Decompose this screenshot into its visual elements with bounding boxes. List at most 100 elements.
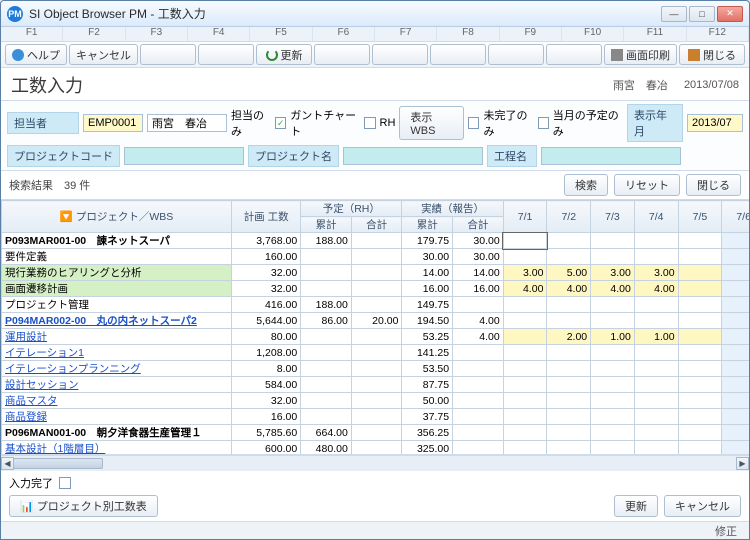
close-button[interactable]: ✕: [717, 6, 743, 22]
table-row[interactable]: 運用設計80.0053.254.002.001.001.00: [2, 329, 750, 345]
table-row[interactable]: 基本設計（1階層目）600.00480.00325.00: [2, 441, 750, 455]
month-input[interactable]: [687, 114, 743, 132]
project-code-input[interactable]: [124, 147, 244, 165]
status-text: 修正: [715, 523, 737, 539]
workload-grid: 🔽 プロジェクト／WBS 計画 工数 予定（RH） 実績（報告） 7/1 7/2…: [1, 200, 749, 454]
f8-button[interactable]: [430, 44, 486, 65]
employee-label: 担当者: [7, 112, 79, 134]
filter-panel: 担当者 担当のみ ✓ ガントチャート RH 表示WBS 未完了のみ 当月の予定の…: [1, 101, 749, 171]
employee-name-input[interactable]: [147, 114, 227, 132]
process-input[interactable]: [541, 147, 681, 165]
f4-button[interactable]: [198, 44, 254, 65]
month-only-checkbox[interactable]: [538, 117, 549, 129]
help-icon: [12, 49, 24, 61]
wbs-link[interactable]: 運用設計: [5, 331, 47, 343]
project-name-label: プロジェクト名: [248, 145, 339, 167]
process-label: 工程名: [487, 145, 537, 167]
table-row[interactable]: 設計セッション584.0087.75: [2, 377, 750, 393]
own-only-checkbox[interactable]: ✓: [275, 117, 286, 129]
f10-button[interactable]: [546, 44, 602, 65]
printer-icon: [611, 49, 623, 61]
f9-button[interactable]: [488, 44, 544, 65]
table-row[interactable]: P094MAR002-00 丸の内ネットスーパ25,644.0086.0020.…: [2, 313, 750, 329]
col-est-tot[interactable]: 合計: [351, 217, 402, 233]
table-row[interactable]: イテレーションプランニング8.0053.50: [2, 361, 750, 377]
table-row[interactable]: イテレーション11,208.00141.25: [2, 345, 750, 361]
f7-button[interactable]: [372, 44, 428, 65]
project-code-label: プロジェクトコード: [7, 145, 120, 167]
table-row[interactable]: 商品登録16.0037.75: [2, 409, 750, 425]
wbs-link[interactable]: 商品マスタ: [5, 395, 58, 407]
done-label: 入力完了: [9, 475, 53, 491]
wbs-link[interactable]: 設計セッション: [5, 379, 79, 391]
wbs-link[interactable]: イテレーション1: [5, 347, 84, 359]
update-button[interactable]: 更新: [614, 495, 658, 517]
current-user: 雨宮 春冶: [613, 77, 668, 93]
app-icon: PM: [7, 6, 23, 22]
update-toolbar-button[interactable]: 更新: [256, 44, 312, 65]
horizontal-scrollbar[interactable]: ◀ ▶: [1, 455, 749, 471]
page-title: 工数入力: [11, 72, 613, 98]
close-panel-button[interactable]: 閉じる: [686, 174, 741, 196]
project-detail-button[interactable]: 📊 プロジェクト別工数表: [9, 495, 158, 517]
f6-button[interactable]: [314, 44, 370, 65]
month-only-label: 当月の予定のみ: [553, 107, 623, 139]
table-row[interactable]: 現行業務のヒアリングと分析32.0014.0014.003.005.003.00…: [2, 265, 750, 281]
incomplete-label: 未完了のみ: [483, 107, 533, 139]
refresh-icon: [266, 49, 278, 61]
table-row[interactable]: 商品マスタ32.0050.00: [2, 393, 750, 409]
f3-button[interactable]: [140, 44, 196, 65]
print-button[interactable]: 画面印刷: [604, 44, 677, 65]
rh-label: RH: [380, 117, 396, 129]
col-act-cum[interactable]: 累計: [402, 217, 453, 233]
minimize-button[interactable]: —: [661, 6, 687, 22]
search-button[interactable]: 検索: [564, 174, 608, 196]
col-estimate-group: 予定（RH）: [301, 201, 402, 217]
wbs-link[interactable]: 商品登録: [5, 411, 47, 423]
cancel-button[interactable]: キャンセル: [664, 495, 741, 517]
close-toolbar-button[interactable]: 閉じる: [679, 44, 745, 65]
col-day[interactable]: 7/1: [503, 201, 547, 233]
scroll-right-arrow[interactable]: ▶: [736, 457, 749, 470]
gantt-label: ガントチャート: [290, 107, 360, 139]
col-day[interactable]: 7/4: [634, 201, 678, 233]
col-project-wbs[interactable]: 🔽 プロジェクト／WBS: [2, 201, 232, 233]
help-button[interactable]: ヘルプ: [5, 44, 67, 65]
month-label: 表示年月: [627, 104, 683, 142]
wbs-link[interactable]: イテレーションプランニング: [5, 363, 141, 375]
employee-code-input[interactable]: [83, 114, 143, 132]
table-row[interactable]: 要件定義160.0030.0030.00: [2, 249, 750, 265]
results-count: 39 件: [64, 180, 90, 192]
cancel-toolbar-button[interactable]: キャンセル: [69, 44, 138, 65]
results-label: 検索結果: [9, 180, 53, 192]
col-day[interactable]: 7/2: [547, 201, 591, 233]
scroll-thumb[interactable]: [13, 458, 103, 469]
wbs-link[interactable]: 基本設計（1階層目）: [5, 443, 105, 454]
project-name-input[interactable]: [343, 147, 483, 165]
table-row[interactable]: プロジェクト管理416.00188.00149.75: [2, 297, 750, 313]
current-date: 2013/07/08: [684, 79, 739, 91]
incomplete-checkbox[interactable]: [468, 117, 479, 129]
col-plan[interactable]: 計画 工数: [232, 201, 301, 233]
maximize-button[interactable]: □: [689, 6, 715, 22]
titlebar: PM SI Object Browser PM - 工数入力 — □ ✕: [1, 1, 749, 27]
col-day[interactable]: 7/5: [678, 201, 722, 233]
wbs-link[interactable]: P094MAR002-00 丸の内ネットスーパ2: [5, 315, 197, 327]
table-row[interactable]: P093MAR001-00 諌ネットスーパ3,768.00188.00179.7…: [2, 233, 750, 249]
gantt-checkbox[interactable]: [364, 117, 375, 129]
col-est-cum[interactable]: 累計: [301, 217, 352, 233]
grid-scroll[interactable]: 🔽 プロジェクト／WBS 計画 工数 予定（RH） 実績（報告） 7/1 7/2…: [1, 200, 749, 454]
col-day-sat[interactable]: 7/6: [722, 201, 749, 233]
col-act-tot[interactable]: 合計: [453, 217, 504, 233]
done-checkbox[interactable]: [59, 477, 71, 489]
function-key-bar: F1F2F3 F4F5F6 F7F8F9 F10F11F12: [1, 27, 749, 42]
status-bar: 修正: [1, 521, 749, 539]
reset-button[interactable]: リセット: [614, 174, 680, 196]
table-row[interactable]: P096MAN001-00 朝夕洋食器生産管理１5,785.60664.0035…: [2, 425, 750, 441]
col-day[interactable]: 7/3: [591, 201, 635, 233]
own-only-label: 担当のみ: [231, 107, 271, 139]
home-icon: [688, 49, 700, 61]
table-row[interactable]: 画面遷移計画32.0016.0016.004.004.004.004.00: [2, 281, 750, 297]
toolbar: ヘルプ キャンセル 更新 画面印刷 閉じる: [1, 42, 749, 68]
show-wbs-button[interactable]: 表示WBS: [399, 106, 464, 140]
